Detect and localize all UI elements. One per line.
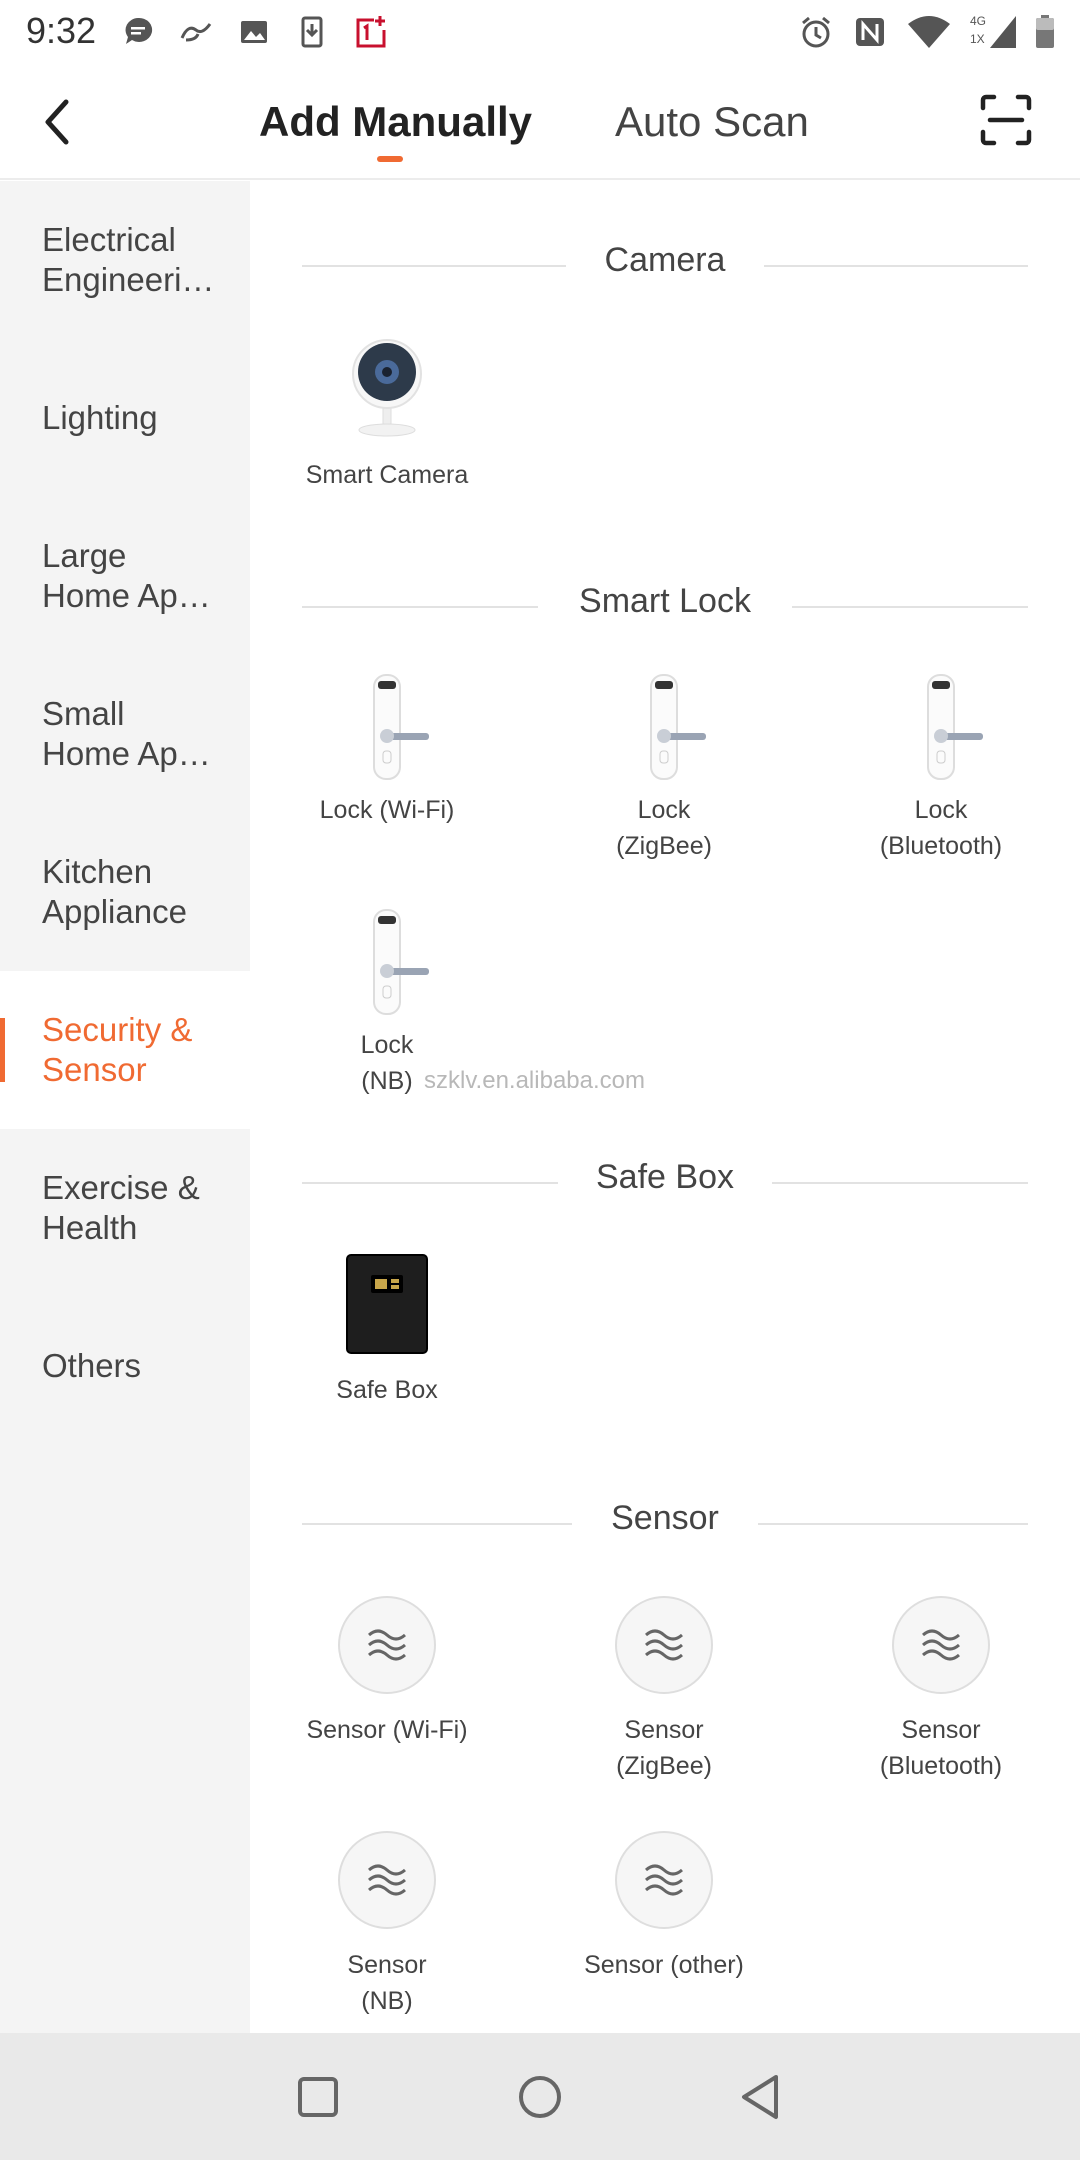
status-time: 9:32	[26, 10, 97, 51]
sidebar-item-others[interactable]: Others	[0, 1287, 250, 1445]
device-sensor-wifi[interactable]: Sensor (Wi-Fi)	[267, 1591, 507, 1748]
system-nav-bar	[0, 2033, 1080, 2160]
device-label: Smart Camera	[305, 461, 469, 489]
section-title: Safe Box	[596, 1158, 734, 1196]
sidebar-item-exercise-health[interactable]: Exercise & Health	[0, 1129, 250, 1287]
device-sensor-other[interactable]: Sensor (other)	[544, 1826, 784, 1983]
chat-icon	[125, 17, 153, 44]
sidebar-item-label: Electrical Engineeri…	[42, 221, 215, 298]
device-label: Sensor (Bluetooth)	[879, 1716, 1003, 1780]
sidebar-item-label: Exercise & Health	[42, 1169, 200, 1246]
sidebar-item-label: Small Home Ap…	[42, 695, 211, 772]
lock-icon	[927, 674, 983, 780]
status-right-icons: 4G 1X	[798, 14, 1056, 50]
sidebar-item-lighting[interactable]: Lighting	[0, 339, 250, 497]
status-bar: 9:32 4G 1X	[0, 0, 1080, 64]
section-header-sensor: Sensor	[302, 1499, 1028, 1549]
camera-icon	[352, 339, 422, 437]
device-label: Sensor (other)	[584, 1951, 744, 1979]
section-title: Sensor	[611, 1499, 719, 1537]
device-lock-zigbee[interactable]: Lock (ZigBee)	[544, 671, 784, 864]
device-sensor-bluetooth[interactable]: Sensor (Bluetooth)	[821, 1591, 1061, 1784]
sidebar-item-label: Others	[42, 1347, 142, 1384]
device-smart-camera[interactable]: Smart Camera	[267, 336, 507, 493]
section-header-camera: Camera	[302, 241, 1028, 291]
lock-icon	[373, 674, 429, 780]
device-label: Sensor (NB)	[347, 1951, 427, 2015]
section-header-safe-box: Safe Box	[302, 1158, 1028, 1208]
sidebar-item-large-home-appliance[interactable]: Large Home Ap…	[0, 497, 250, 655]
device-safe-box[interactable]: Safe Box	[267, 1251, 507, 1408]
device-label: Lock (Wi-Fi)	[319, 796, 455, 824]
device-lock-bluetooth[interactable]: Lock (Bluetooth)	[821, 671, 1061, 864]
device-label: Lock (ZigBee)	[616, 796, 712, 860]
download-icon	[301, 16, 323, 48]
back-icon[interactable]	[734, 2069, 790, 2125]
chevron-left-icon[interactable]	[36, 94, 80, 150]
alarm-icon	[802, 16, 830, 48]
sensor-icon	[615, 1596, 713, 1694]
sidebar-item-label: Security & Sensor	[42, 1011, 193, 1088]
lock-icon	[650, 674, 706, 780]
section-header-smart-lock: Smart Lock	[302, 582, 1028, 632]
sensor-icon	[338, 1596, 436, 1694]
device-label: Sensor (Wi-Fi)	[306, 1716, 468, 1744]
section-title: Camera	[604, 241, 726, 279]
device-sensor-nb[interactable]: Sensor (NB)	[267, 1826, 507, 2019]
oneplus-icon	[356, 16, 386, 48]
lock-icon	[373, 909, 429, 1015]
recents-icon[interactable]	[290, 2069, 346, 2125]
sidebar-item-electrical-engineering[interactable]: Electrical Engineeri…	[0, 181, 250, 339]
top-header: Add Manually Auto Scan	[0, 64, 1080, 180]
network-sub: 1X	[970, 32, 985, 46]
watermark-text: szklv.en.alibaba.com	[424, 1067, 645, 1094]
sidebar-item-small-home-appliance[interactable]: Small Home Ap…	[0, 655, 250, 813]
safe-box-icon	[346, 1254, 428, 1354]
signal-icon: 4G 1X	[970, 14, 1016, 50]
tab-auto-scan[interactable]: Auto Scan	[615, 98, 809, 146]
active-tab-indicator	[377, 156, 403, 162]
status-left-icons	[120, 14, 388, 50]
device-list: Camera Smart Camera Smart Lock Lock (Wi-…	[250, 181, 1080, 2033]
device-lock-wifi[interactable]: Lock (Wi-Fi)	[267, 671, 507, 828]
device-label: Lock (Bluetooth)	[879, 796, 1003, 860]
device-sensor-zigbee[interactable]: Sensor (ZigBee)	[544, 1591, 784, 1784]
sidebar-item-security-sensor[interactable]: Security & Sensor	[0, 971, 250, 1129]
image-icon	[241, 21, 267, 43]
sidebar-item-label: Lighting	[42, 399, 158, 436]
sidebar-item-label: Large Home Ap…	[42, 537, 211, 614]
nfc-icon	[856, 18, 884, 46]
category-sidebar: Electrical Engineeri… Lighting Large Hom…	[0, 181, 250, 2033]
alibaba-icon	[180, 23, 212, 42]
sensor-icon	[338, 1831, 436, 1929]
section-title: Smart Lock	[579, 582, 751, 620]
battery-icon	[1036, 15, 1054, 48]
scan-icon[interactable]	[980, 94, 1032, 146]
sidebar-item-label: Kitchen Appliance	[42, 853, 187, 930]
home-icon[interactable]	[512, 2069, 568, 2125]
tab-add-manually[interactable]: Add Manually	[259, 98, 532, 146]
sensor-icon	[892, 1596, 990, 1694]
sidebar-item-kitchen-appliance[interactable]: Kitchen Appliance	[0, 813, 250, 971]
network-label: 4G	[970, 14, 987, 28]
sensor-icon	[615, 1831, 713, 1929]
wifi-icon	[908, 16, 950, 48]
device-label: Safe Box	[336, 1376, 438, 1404]
device-label: Sensor (ZigBee)	[616, 1716, 712, 1780]
